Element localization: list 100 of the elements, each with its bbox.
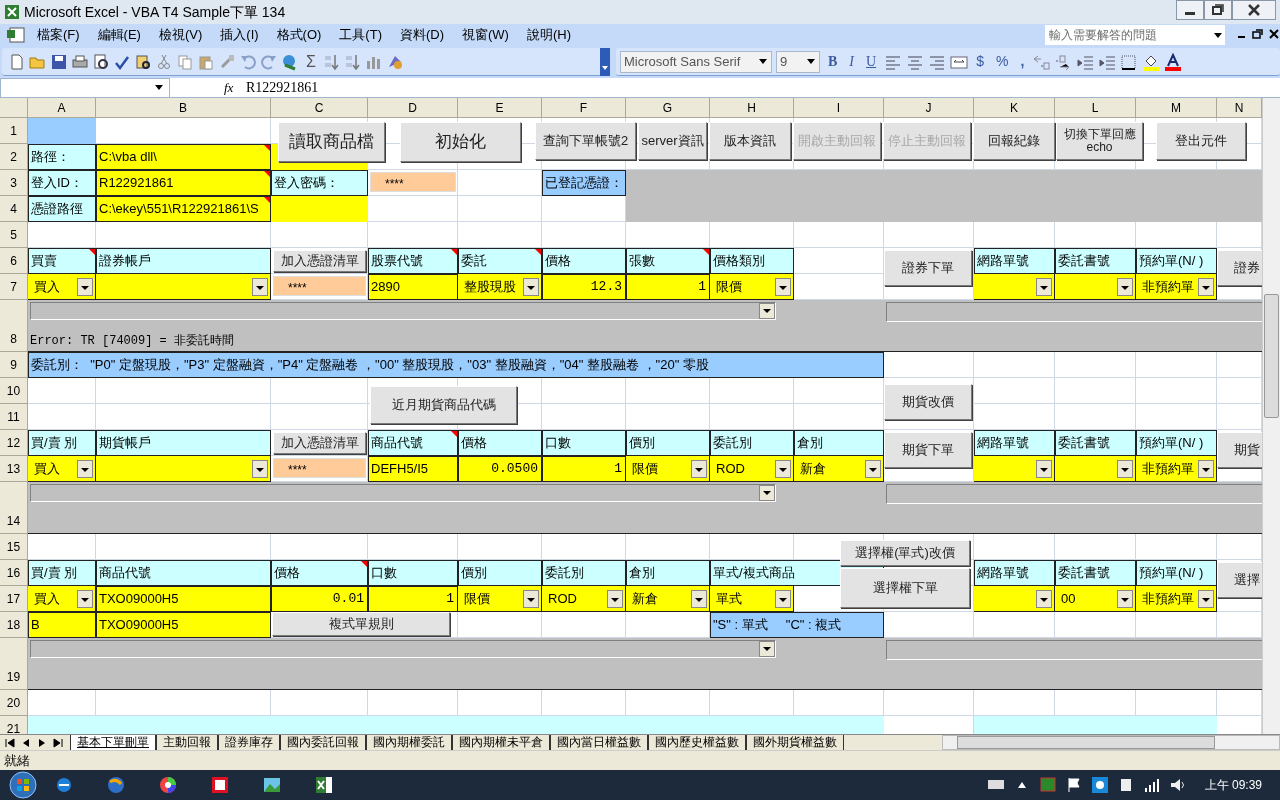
row-header[interactable]: 21 [0, 716, 28, 734]
input-cell[interactable]: B [28, 612, 96, 638]
row-header[interactable]: 4 [0, 196, 28, 222]
dropdown-field[interactable] [1055, 456, 1136, 482]
input-cell[interactable]: DEFH5/I5 [368, 456, 458, 482]
sheet-button[interactable]: 讀取商品檔 [278, 122, 385, 162]
dropdown-field[interactable]: 限價 [458, 586, 542, 612]
row-header[interactable]: 11 [0, 404, 28, 430]
sheet-button[interactable]: 選擇 [1217, 562, 1262, 598]
sheet-button[interactable]: 證券 [1217, 250, 1262, 286]
sheet-button[interactable]: 選擇權下單 [840, 568, 970, 608]
new-file-icon[interactable] [8, 52, 26, 71]
sheet-tab[interactable]: 國內當日權益數 [550, 734, 648, 751]
row-header[interactable]: 19 [0, 638, 28, 690]
row-header[interactable]: 7 [0, 274, 28, 300]
dropdown-field[interactable] [30, 302, 776, 320]
column-header[interactable]: A [28, 98, 96, 118]
horizontal-scrollbar[interactable] [942, 735, 1280, 750]
scrollbar-thumb[interactable] [957, 736, 1215, 749]
sheet-button[interactable]: 加入憑證清單 [273, 432, 366, 454]
input-cell[interactable]: TXO09000H5 [96, 612, 271, 638]
column-header[interactable]: C [271, 98, 368, 118]
sheet-button[interactable]: server資訊 [638, 122, 707, 160]
font-name-field[interactable]: Microsoft Sans Serif [620, 50, 772, 73]
sheet-button[interactable]: 期貨下單 [884, 432, 972, 468]
column-header[interactable]: B [96, 98, 271, 118]
dropdown-field[interactable]: 新倉 [794, 456, 884, 482]
dropdown-arrow-icon[interactable] [155, 85, 163, 90]
column-header[interactable]: K [974, 98, 1055, 118]
dropdown-field[interactable]: ROD [542, 586, 626, 612]
autosum-button[interactable]: Σ [302, 49, 320, 74]
menu-item[interactable]: 插入(I) [211, 25, 268, 45]
input-cell[interactable]: TXO09000H5 [96, 586, 271, 612]
row-header[interactable]: 16 [0, 560, 28, 586]
currency-button[interactable]: $ [972, 51, 988, 72]
menu-item[interactable]: 編輯(E) [88, 25, 150, 45]
password-field[interactable]: **** [273, 458, 366, 478]
list-box[interactable] [886, 640, 1262, 660]
first-sheet-icon[interactable] [4, 736, 16, 749]
sheet-button[interactable]: 回報紀錄 [973, 122, 1055, 160]
sheet-button[interactable]: 選擇權(單式)改價 [840, 540, 970, 566]
dropdown-field[interactable]: 限價 [626, 456, 710, 482]
sheet-tab[interactable]: 國內委託回報 [280, 734, 366, 751]
input-cell[interactable]: C:\ekey\551\R122921861\S [96, 196, 271, 222]
close-icon[interactable] [1232, 0, 1276, 20]
list-box[interactable] [886, 302, 1262, 322]
row-header[interactable]: 18 [0, 612, 28, 638]
row-header[interactable]: 6 [0, 248, 28, 274]
dropdown-field[interactable] [974, 456, 1055, 482]
dropdown-field[interactable] [30, 484, 776, 502]
sheet-tab[interactable]: 主動回報 [156, 734, 218, 751]
print-preview-icon[interactable] [92, 52, 110, 71]
input-cell[interactable]: 0.0500 [458, 456, 542, 482]
help-search-field[interactable]: 輸入需要解答的問題 [1045, 25, 1225, 45]
sheet-button[interactable]: 加入憑證清單 [273, 250, 366, 272]
column-header[interactable]: D [368, 98, 458, 118]
column-header[interactable]: G [626, 98, 710, 118]
menu-item[interactable]: 工具(T) [330, 25, 391, 45]
row-header[interactable]: 10 [0, 378, 28, 404]
dropdown-arrow-icon[interactable] [1214, 32, 1222, 38]
scrollbar-thumb[interactable] [1264, 294, 1279, 418]
sheet-button[interactable]: 期貨改價 [884, 384, 972, 420]
row-header[interactable]: 12 [0, 430, 28, 456]
dropdown-field[interactable]: 限價 [710, 274, 794, 300]
clock-time[interactable]: 上午 09:39 [1204, 776, 1262, 794]
sheet-button[interactable]: 期貨 [1217, 432, 1262, 468]
dropdown-field[interactable]: 單式 [710, 586, 794, 612]
save-icon[interactable] [50, 52, 68, 71]
row-header[interactable]: 13 [0, 456, 28, 482]
dropdown-field[interactable] [974, 586, 1055, 612]
row-header[interactable]: 1 [0, 118, 28, 144]
menu-item[interactable]: 檔案(F) [28, 25, 89, 45]
dropdown-field[interactable]: 買入 [28, 274, 96, 300]
percent-button[interactable]: % [991, 51, 1013, 72]
last-sheet-icon[interactable] [52, 736, 64, 749]
dropdown-field[interactable]: 買入 [28, 456, 96, 482]
dropdown-field[interactable]: 非預約單 [1136, 274, 1217, 300]
dropdown-arrow-icon[interactable] [759, 59, 767, 64]
underline-button[interactable]: U [862, 51, 881, 72]
sheet-tab[interactable]: 國內期權未平倉 [452, 734, 550, 751]
menu-item[interactable]: 檢視(V) [149, 25, 212, 45]
input-cell[interactable]: 1 [368, 586, 458, 612]
dropdown-arrow-icon[interactable] [807, 59, 815, 64]
sheet-button[interactable]: 切換下單回應 echo [1056, 122, 1143, 160]
input-cell[interactable]: 12.3 [542, 274, 626, 300]
dropdown-field[interactable]: 非預約單 [1136, 456, 1217, 482]
column-header[interactable]: M [1136, 98, 1217, 118]
column-header[interactable]: N [1217, 98, 1262, 118]
speaker-icon[interactable] [1168, 776, 1187, 794]
sheet-button[interactable]: 版本資訊 [709, 122, 791, 160]
menu-item[interactable]: 說明(H) [517, 25, 580, 45]
sheet-tab[interactable]: 國外期貨權益數 [746, 734, 844, 751]
sheet-button[interactable]: 證券下單 [884, 250, 972, 286]
row-header[interactable]: 2 [0, 144, 28, 170]
sort-ascending-icon[interactable] [322, 52, 341, 71]
font-color-icon[interactable] [1164, 52, 1183, 71]
sheet-button[interactable]: 初始化 [400, 122, 521, 162]
input-cell[interactable]: 2890 [368, 274, 458, 300]
bold-button[interactable]: B [824, 51, 842, 72]
list-box[interactable] [886, 484, 1262, 504]
